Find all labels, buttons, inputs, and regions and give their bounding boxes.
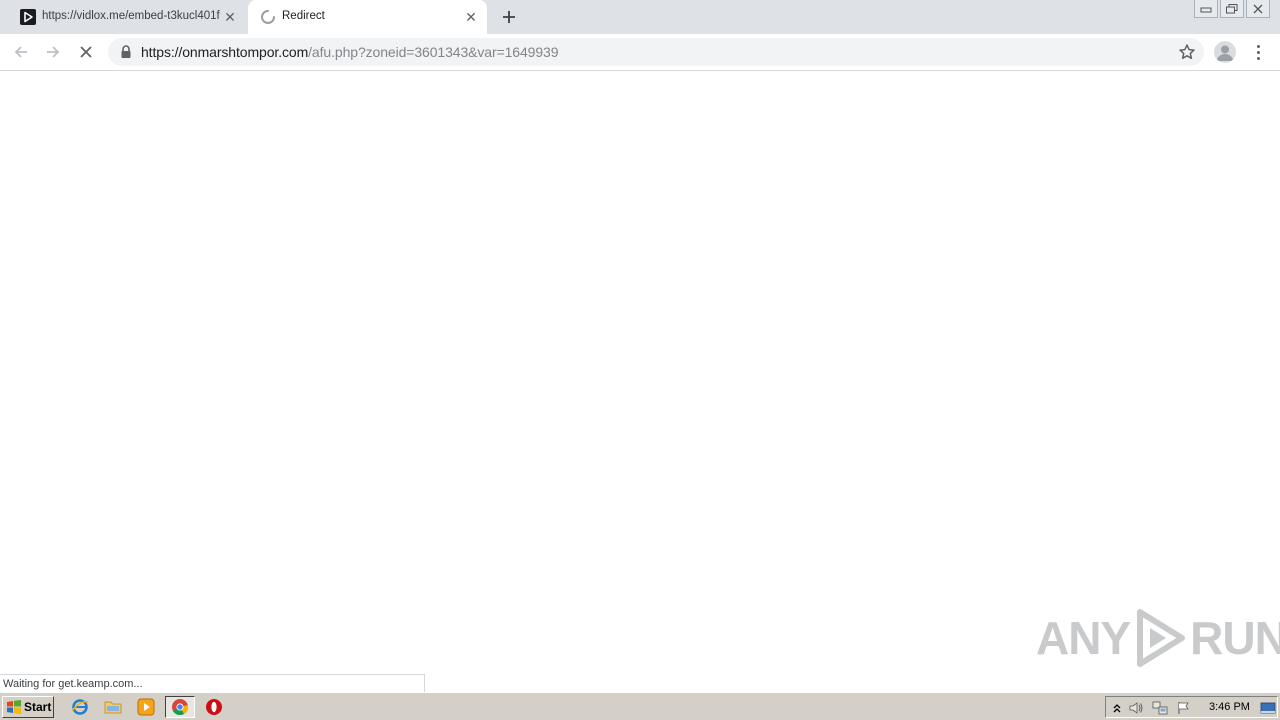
close-icon (1253, 4, 1263, 13)
stop-loading-button[interactable] (74, 40, 98, 64)
tab-title: https://vidlox.me/embed-t3kucl401fl (42, 10, 220, 22)
status-bubble: Waiting for get.keamp.com... (0, 674, 425, 693)
forward-arrow-icon (47, 46, 60, 58)
close-tab-icon[interactable]: ✕ (222, 9, 238, 25)
menu-dot (1256, 50, 1260, 54)
browser-toolbar: https://onmarshtompor.com/afu.php?zoneid… (0, 34, 1280, 71)
url-text: https://onmarshtompor.com/afu.php?zoneid… (141, 44, 559, 60)
loading-spinner-icon (260, 9, 276, 25)
volume-icon[interactable] (1128, 700, 1144, 716)
close-tab-icon[interactable]: ✕ (463, 9, 479, 25)
start-button[interactable]: Start (2, 696, 54, 718)
url-path: /afu.php?zoneid=3601343&var=1649939 (308, 44, 559, 60)
new-tab-button[interactable] (498, 6, 520, 28)
window-controls (1194, 0, 1270, 20)
watermark-left-text: ANY (1036, 612, 1131, 664)
menu-dot (1256, 44, 1260, 48)
back-button[interactable] (9, 40, 33, 64)
browser-window: https://vidlox.me/embed-t3kucl401fl ✕ Re… (0, 0, 1280, 693)
system-tray: 3:46 PM (1105, 696, 1278, 718)
close-window-button[interactable] (1246, 0, 1270, 18)
opera-icon[interactable] (203, 697, 225, 717)
anyrun-watermark: ANY RUN (1036, 606, 1280, 670)
clock: 3:46 PM (1209, 701, 1250, 713)
chrome-icon[interactable] (165, 696, 195, 718)
explorer-folder-icon[interactable] (102, 697, 124, 717)
watermark-play-icon (1137, 609, 1186, 667)
windows-logo-icon (7, 700, 21, 714)
minimize-button[interactable] (1194, 0, 1218, 18)
lock-icon (120, 45, 132, 59)
vidlox-play-icon (20, 9, 36, 25)
watermark-right-text: RUN (1190, 612, 1280, 664)
stop-icon (80, 46, 92, 58)
url-host: https://onmarshtompor.com (141, 44, 309, 60)
tab-title: Redirect (282, 10, 325, 22)
taskbar: Start 3:46 PM (0, 692, 1280, 720)
tab-vidlox[interactable]: https://vidlox.me/embed-t3kucl401fl ✕ (8, 0, 246, 34)
address-bar[interactable]: https://onmarshtompor.com/afu.php?zoneid… (108, 38, 1204, 66)
show-desktop-icon[interactable] (1260, 700, 1276, 716)
flag-icon[interactable] (1176, 700, 1192, 716)
profile-avatar-icon[interactable] (1214, 41, 1236, 63)
start-label: Start (24, 700, 52, 714)
forward-button[interactable] (41, 40, 65, 64)
restore-icon (1226, 3, 1238, 13)
ie-icon[interactable] (69, 697, 91, 717)
media-player-icon[interactable] (135, 697, 157, 717)
tab-redirect[interactable]: Redirect ✕ (248, 0, 487, 34)
menu-dot (1256, 56, 1260, 60)
tray-expand-icon[interactable] (1109, 700, 1125, 716)
chrome-menu-button[interactable] (1250, 41, 1266, 63)
maximize-button[interactable] (1220, 0, 1244, 18)
tab-strip: https://vidlox.me/embed-t3kucl401fl ✕ Re… (0, 0, 1280, 34)
minimize-icon (1200, 7, 1212, 12)
network-icon[interactable] (1152, 700, 1168, 716)
bookmark-star-icon[interactable] (1178, 43, 1196, 61)
plus-icon (503, 11, 515, 23)
back-arrow-icon (14, 46, 27, 58)
page-content (0, 72, 1280, 692)
